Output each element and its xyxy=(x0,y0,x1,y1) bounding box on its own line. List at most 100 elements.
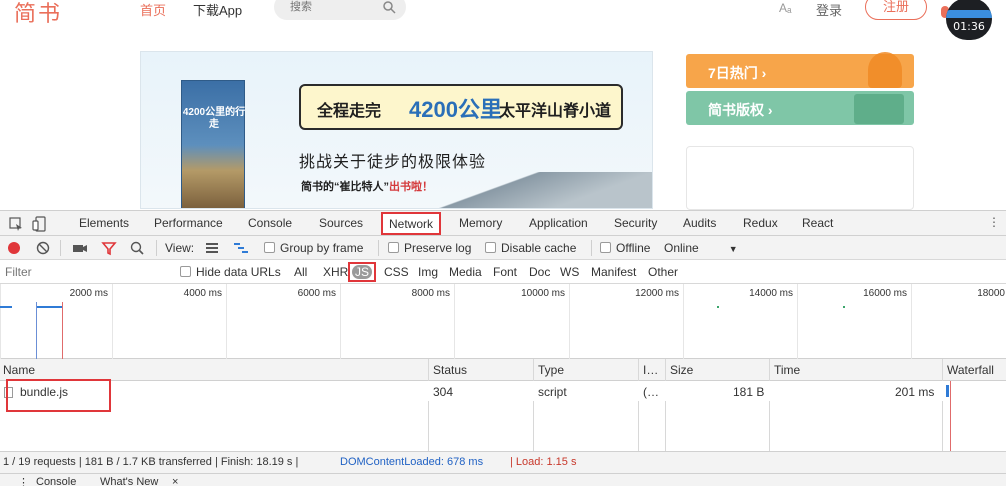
filter-input[interactable] xyxy=(0,260,170,283)
stamp-icon xyxy=(854,94,904,124)
column-waterfall[interactable]: Waterfall xyxy=(947,363,994,377)
timeline-tick-label: 8000 ms xyxy=(411,288,450,299)
flame-icon xyxy=(868,52,902,88)
drawer-menu-icon[interactable]: ⋮ xyxy=(18,476,29,486)
preserve-log-label: Preserve log xyxy=(404,241,472,255)
column-time[interactable]: Time xyxy=(774,363,800,377)
column-divider[interactable] xyxy=(769,359,770,451)
tab-security[interactable]: Security xyxy=(614,216,657,230)
table-header: Name Status Type I… Size Time Waterfall xyxy=(0,359,1006,381)
search-input[interactable] xyxy=(274,0,374,20)
column-divider[interactable] xyxy=(638,359,639,451)
hide-data-urls-checkbox[interactable]: Hide data URLs xyxy=(180,265,281,279)
tab-react[interactable]: React xyxy=(802,216,833,230)
column-type[interactable]: Type xyxy=(538,363,564,377)
column-name[interactable]: Name xyxy=(3,363,35,377)
column-divider[interactable] xyxy=(942,359,943,451)
video-camera-icon[interactable] xyxy=(72,240,88,256)
tab-audits[interactable]: Audits xyxy=(683,216,716,230)
font-size-icon[interactable]: Aₐ xyxy=(779,1,791,15)
tab-performance[interactable]: Performance xyxy=(154,216,223,230)
checkbox-icon xyxy=(600,242,611,253)
checkbox-icon xyxy=(388,242,399,253)
banner-publisher-line: 简书的“崔比特人”出书啦！ xyxy=(301,178,433,194)
filter-icon[interactable] xyxy=(101,240,117,256)
nav-download-app-link[interactable]: 下载App xyxy=(193,0,242,19)
tab-redux[interactable]: Redux xyxy=(743,216,778,230)
filter-type-other[interactable]: Other xyxy=(648,265,678,279)
timeline-tick-label: 16000 ms xyxy=(863,288,907,299)
throttling-select[interactable]: Online ▼ xyxy=(664,241,738,255)
tab-memory[interactable]: Memory xyxy=(459,216,502,230)
timeline-tick: 2000 ms xyxy=(0,284,112,359)
column-divider[interactable] xyxy=(665,359,666,451)
column-initiator[interactable]: I… xyxy=(643,363,658,377)
tab-application[interactable]: Application xyxy=(529,216,588,230)
tab-sources[interactable]: Sources xyxy=(319,216,363,230)
register-button[interactable]: 注册 xyxy=(865,0,927,20)
timeline-tick: 12000 ms xyxy=(569,284,683,359)
timeline-tick: 16000 ms xyxy=(797,284,911,359)
request-size: 181 B xyxy=(733,385,765,399)
group-by-frame-checkbox[interactable]: Group by frame xyxy=(264,241,363,255)
search-icon[interactable] xyxy=(382,0,396,14)
banner-publisher-note: 出书啦！ xyxy=(389,181,433,193)
tab-console[interactable]: Console xyxy=(248,216,292,230)
filter-type-img[interactable]: Img xyxy=(418,265,438,279)
promo-banner[interactable]: 4200公里的行走 全程走完 4200公里 太平洋山脊小道 挑战关于徒步的极限体… xyxy=(140,51,653,209)
tab-elements[interactable]: Elements xyxy=(79,216,129,230)
network-overview-timeline[interactable]: 2000 ms 4000 ms 6000 ms 8000 ms 10000 ms… xyxy=(0,284,1006,359)
drawer-tab-whats-new[interactable]: What's New xyxy=(100,476,158,486)
filter-type-font[interactable]: Font xyxy=(493,265,517,279)
search-icon[interactable] xyxy=(129,240,145,256)
tab-network[interactable]: Network xyxy=(381,212,442,235)
request-initiator[interactable]: (… xyxy=(643,385,659,399)
devtools-tab-bar: Elements Performance Console Sources Net… xyxy=(0,211,1006,236)
offline-checkbox[interactable]: Offline xyxy=(600,241,650,255)
more-options-icon[interactable]: ⋮ xyxy=(988,215,1000,229)
device-toolbar-icon[interactable] xyxy=(32,216,48,232)
status-load: | Load: 1.15 s xyxy=(510,456,577,468)
toolbar-divider xyxy=(60,240,61,256)
throttling-value: Online xyxy=(664,241,699,255)
column-status[interactable]: Status xyxy=(433,363,467,377)
filter-type-manifest[interactable]: Manifest xyxy=(591,265,636,279)
filter-type-js[interactable]: JS xyxy=(348,262,377,282)
filter-type-all[interactable]: All xyxy=(294,265,307,279)
disable-cache-checkbox[interactable]: Disable cache xyxy=(485,241,576,255)
sidebar-hot-7days[interactable]: 7日热门 › xyxy=(686,52,914,88)
filter-type-js-label: JS xyxy=(352,265,373,279)
sidebar-copyright[interactable]: 简书版权 › xyxy=(686,91,914,125)
column-divider[interactable] xyxy=(428,359,429,451)
request-status: 304 xyxy=(433,385,454,399)
filter-type-doc[interactable]: Doc xyxy=(529,265,550,279)
sidebar-card[interactable] xyxy=(686,146,914,210)
close-icon[interactable]: × xyxy=(172,476,178,486)
column-divider[interactable] xyxy=(533,359,534,451)
preserve-log-checkbox[interactable]: Preserve log xyxy=(388,241,471,255)
column-size[interactable]: Size xyxy=(670,363,693,377)
filter-type-xhr[interactable]: XHR xyxy=(323,265,348,279)
large-rows-icon[interactable] xyxy=(204,240,220,256)
filter-type-media[interactable]: Media xyxy=(449,265,482,279)
timeline-tick-label: 14000 ms xyxy=(749,288,793,299)
timeline-tick: 6000 ms xyxy=(226,284,340,359)
filter-type-ws[interactable]: WS xyxy=(560,265,579,279)
overview-waterfall-icon[interactable] xyxy=(233,240,249,256)
video-timer-badge: 01:36 xyxy=(946,0,992,40)
filter-type-css[interactable]: CSS xyxy=(384,265,409,279)
nav-home-link[interactable]: 首页 xyxy=(140,0,166,19)
load-marker xyxy=(62,302,63,359)
inspect-element-icon[interactable] xyxy=(8,216,24,232)
login-link[interactable]: 登录 xyxy=(816,0,842,19)
clear-icon[interactable] xyxy=(35,240,51,256)
drawer-tab-console[interactable]: Console xyxy=(36,476,76,486)
timeline-tick: 8000 ms xyxy=(340,284,454,359)
group-by-frame-label: Group by frame xyxy=(280,241,364,255)
view-label: View: xyxy=(165,241,195,255)
record-icon[interactable] xyxy=(8,242,20,254)
table-row[interactable]: bundle.js 304 script (… 181 B 201 ms xyxy=(0,381,1006,401)
timeline-tick: 14000 ms xyxy=(683,284,797,359)
site-logo[interactable]: 简书 xyxy=(14,0,62,28)
request-type: script xyxy=(538,385,567,399)
